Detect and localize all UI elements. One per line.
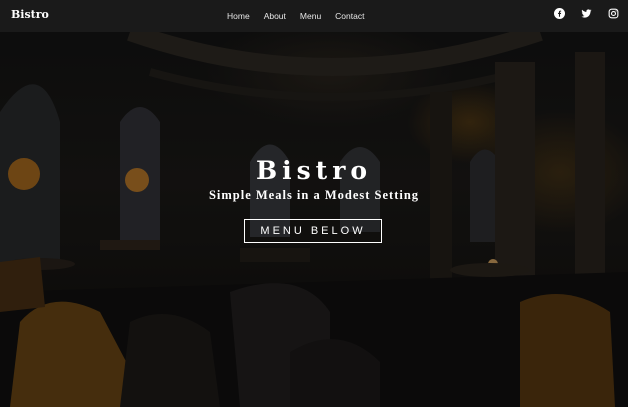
instagram-icon[interactable] <box>608 8 619 19</box>
hero-subtitle: Simple Meals in a Modest Setting <box>208 188 420 202</box>
nav-link-about[interactable]: About <box>264 11 286 21</box>
nav-link-contact[interactable]: Contact <box>335 11 364 21</box>
nav-link-home[interactable]: Home <box>227 11 250 21</box>
social-links <box>554 8 619 19</box>
menu-below-button[interactable]: MENU BELOW <box>244 219 382 243</box>
nav-links: Home About Menu Contact <box>227 11 364 21</box>
brand-logo[interactable]: Bistro <box>11 8 49 21</box>
facebook-icon[interactable] <box>554 8 565 19</box>
hero-title: Bistro <box>255 156 373 185</box>
hero-section: Bistro Simple Meals in a Modest Setting … <box>0 32 628 407</box>
nav-link-menu[interactable]: Menu <box>300 11 321 21</box>
navbar: Bistro Home About Menu Contact <box>0 0 628 32</box>
twitter-icon[interactable] <box>581 8 592 19</box>
